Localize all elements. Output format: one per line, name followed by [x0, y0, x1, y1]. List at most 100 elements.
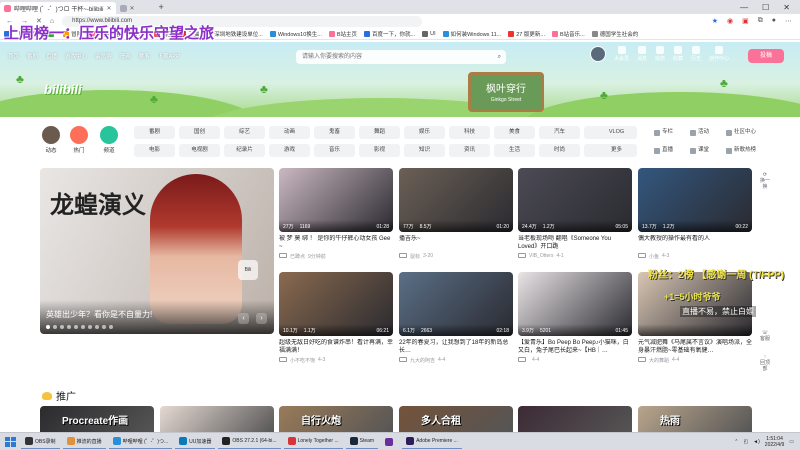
browser-tab-bilibili[interactable]: 哔哩哔哩 (゜-゜)つロ 干杯~-bilibili ✕ [0, 2, 116, 14]
video-uploader[interactable]: 4-4 [518, 357, 632, 363]
promo-tile[interactable]: 多人合租 [399, 406, 513, 434]
upload-button[interactable]: 投稿 [748, 49, 784, 63]
nav-item-4[interactable]: 会员购 [95, 52, 112, 60]
bookmark-item[interactable]: 百度一下，你就... [364, 30, 415, 38]
carousel-dot[interactable] [46, 325, 50, 329]
user-nav-4[interactable]: 历史 [691, 46, 701, 62]
nav-item-7[interactable]: 下载APP [158, 52, 180, 60]
carousel-caption[interactable]: 英雄出少年？看你是不自量力! [46, 309, 152, 320]
carousel-prev-icon[interactable]: ‹ [238, 313, 249, 324]
video-thumbnail[interactable]: 24.4万 1.2万 05:05 [518, 168, 632, 232]
carousel-dot[interactable] [60, 325, 64, 329]
taskbar-item[interactable]: 哔哩哔哩 (゜-゜)つ... [108, 434, 173, 449]
channel-pill[interactable]: 娱乐 [404, 126, 445, 139]
promo-tile[interactable]: 热雨 [638, 406, 752, 434]
video-title[interactable]: 元气减肥舞《马尾属不言议》演唱场派，全身暴汗燃脂~零基础有氧健… [638, 339, 752, 355]
video-card[interactable]: 10.1万 1.1万 06:21 超级无敌日好吃的食谱炸串！看计再满，幸福满满！ 小不吃… [279, 272, 393, 364]
minimize-icon[interactable]: — [740, 3, 748, 12]
profile-icon[interactable]: ● [772, 17, 776, 25]
tab-close-icon[interactable]: ✕ [130, 5, 135, 12]
channel-pill[interactable]: 美食 [494, 126, 535, 139]
taskbar-item[interactable]: OBS 27.2.1 (64-bi... [218, 434, 281, 449]
video-uploader[interactable]: 小不吃不饱 4-3 [279, 357, 393, 364]
taskbar-item[interactable]: 推流的直播 [62, 434, 106, 449]
nav-item-5[interactable]: 漫画 [120, 52, 131, 60]
promo-tile[interactable]: 自行火炮 [279, 406, 393, 434]
video-card[interactable]: 3.9万 5201 01:45 【爱青乐】Bo Peep Bo Peep♪小猫咪，白又… [518, 272, 632, 363]
collections-icon[interactable]: ⧉ [758, 17, 763, 25]
video-card[interactable]: 6.1万 2663 02:18 22年的春夏习，让我想到了18年的新岛总长… 九大的阿吉… [399, 272, 513, 364]
bookmark-item[interactable]: B站主页 [328, 30, 357, 38]
bookmark-item[interactable]: 德国学生社会的 [591, 30, 638, 38]
video-thumbnail[interactable]: 3.9万 5201 01:45 [518, 272, 632, 336]
carousel-dot[interactable] [53, 325, 57, 329]
refresh-feed-button[interactable]: ⟳ 换一换 [758, 172, 772, 190]
channel-pill[interactable]: 时尚 [539, 144, 580, 157]
channel-pill[interactable]: 鬼畜 [314, 126, 355, 139]
search-icon[interactable]: ⌕ [498, 50, 501, 64]
video-card[interactable]: 77万 8.5万 01:20 播吉乐~ 鼠标 3-20 [399, 168, 513, 260]
bookmark-item[interactable]: 如何装Windows 11... [442, 30, 501, 38]
carousel-next-icon[interactable]: › [256, 313, 267, 324]
carousel-dot[interactable] [81, 325, 85, 329]
new-tab-icon[interactable]: + [159, 2, 164, 12]
start-menu-icon[interactable] [3, 435, 17, 449]
bookmark-item[interactable]: 深圳地铁建设单位... [206, 30, 263, 38]
browser-tab-2[interactable]: ✕ [116, 2, 156, 14]
banner-carousel[interactable]: 龙蝗演义 Bili 英雄出少年？看你是不自量力! ‹ › [40, 168, 274, 334]
video-uploader[interactable]: 鼠标 3-20 [399, 253, 513, 260]
extension-icon[interactable]: ◉ [727, 17, 733, 25]
video-card[interactable]: 元气减肥舞《马尾属不言议》演唱场派，全身暴汗燃脂~零基础有氧健… 大的舞蹈 4-4 [638, 272, 752, 364]
channel-pill[interactable]: 国创 [179, 126, 220, 139]
video-thumbnail[interactable]: 77万 8.5万 01:20 [399, 168, 513, 232]
channel-pill[interactable]: 知识 [404, 144, 445, 157]
bookmark-item[interactable]: Windows10换生... [269, 30, 322, 38]
channel-pill[interactable]: 科技 [449, 126, 490, 139]
video-uploader[interactable]: 九大的阿吉 4-4 [399, 357, 513, 364]
video-card[interactable]: 27万 1169 01:28 被 梦 莫 绑 ！ 是你的牛仔裤心动女孩 Gee ~ 已蹲… [279, 168, 393, 260]
taskbar-item[interactable]: UU加速器 [175, 434, 216, 449]
channel-circle-2[interactable]: 频道 [98, 126, 120, 154]
video-uploader[interactable]: 大的舞蹈 4-4 [638, 357, 752, 364]
channel-more-button[interactable]: 更多 [596, 144, 637, 157]
bilibili-logo[interactable]: bilibili [44, 82, 82, 97]
video-title[interactable]: 当老板现场吻 翻唱《Someone You Loved》开口跪 [518, 235, 632, 251]
video-thumbnail[interactable]: 10.1万 1.1万 06:21 [279, 272, 393, 336]
video-title[interactable]: 偶大教授的操作最有看的人 [638, 235, 752, 251]
taskbar-item[interactable]: Steam [345, 434, 379, 449]
video-uploader[interactable]: 已蹲点 9分钟前 [279, 253, 393, 260]
channel-side-link[interactable]: 新歌热榜 [726, 144, 760, 157]
carousel-dot[interactable] [88, 325, 92, 329]
channel-pill[interactable]: 汽车 [539, 126, 580, 139]
tab-close-icon[interactable]: ✕ [107, 5, 112, 12]
channel-pill[interactable]: 资讯 [449, 144, 490, 157]
taskbar-clock[interactable]: 1:51:04 2022/4/9 [765, 436, 784, 448]
carousel-dot[interactable] [74, 325, 78, 329]
channel-side-link[interactable]: 活动 [690, 126, 724, 139]
user-nav-2[interactable]: 动态 [655, 46, 665, 62]
favorite-star-icon[interactable]: ★ [712, 17, 718, 25]
promo-tile[interactable] [160, 406, 274, 434]
nav-item-6[interactable]: 赛事 [139, 52, 150, 60]
notifications-icon[interactable]: ▭ [789, 439, 794, 445]
network-icon[interactable]: ◰ [743, 439, 748, 445]
bookmark-item[interactable]: UI [422, 30, 436, 37]
promo-tile[interactable] [518, 406, 632, 434]
taskbar-item[interactable]: Lonely Together ... [283, 434, 343, 449]
channel-pill[interactable]: 电视剧 [179, 144, 220, 157]
channel-side-link[interactable]: 社区中心 [726, 126, 760, 139]
taskbar-item[interactable]: OBS录制 [21, 434, 60, 449]
carousel-dot[interactable] [102, 325, 106, 329]
nav-item-1[interactable]: 番剧 [27, 52, 38, 60]
promo-tile[interactable]: Procreate作画 [40, 406, 154, 434]
close-window-icon[interactable]: ✕ [783, 3, 790, 12]
tray-chevron-icon[interactable]: ⌃ [734, 439, 738, 445]
nav-item-3[interactable]: 游戏中心 [65, 52, 87, 60]
video-title[interactable]: 【爱青乐】Bo Peep Bo Peep♪小猫咪，白又白，兔子尾巴长起来~【HB… [518, 339, 632, 355]
video-title[interactable]: 22年的春夏习，让我想到了18年的新岛总长… [399, 339, 513, 355]
carousel-dot[interactable] [67, 325, 71, 329]
back-to-top-button[interactable]: ↑ 回顶部 [758, 354, 772, 372]
carousel-dot[interactable] [109, 325, 113, 329]
channel-pill[interactable]: 电影 [134, 144, 175, 157]
video-thumbnail[interactable] [638, 272, 752, 336]
